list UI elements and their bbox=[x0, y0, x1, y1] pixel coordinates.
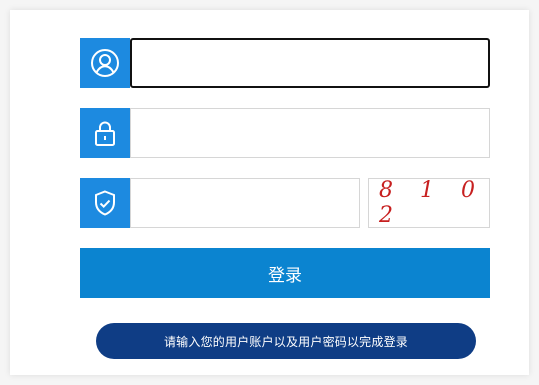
username-input[interactable] bbox=[132, 40, 488, 86]
login-button[interactable]: 登录 bbox=[80, 248, 490, 298]
login-tip: 请输入您的用户账户以及用户密码以完成登录 bbox=[96, 323, 476, 359]
username-field[interactable] bbox=[130, 38, 490, 88]
password-row bbox=[80, 108, 490, 158]
login-button-label: 登录 bbox=[268, 265, 302, 286]
verification-input[interactable] bbox=[131, 179, 359, 227]
shield-check-icon bbox=[80, 178, 130, 228]
captcha-text: 8 1 0 2 bbox=[379, 178, 485, 228]
lock-icon bbox=[80, 108, 130, 158]
verification-field[interactable] bbox=[130, 178, 360, 228]
verification-row: 8 1 0 2 bbox=[80, 178, 490, 228]
captcha-image[interactable]: 8 1 0 2 bbox=[368, 178, 490, 228]
password-input[interactable] bbox=[131, 109, 489, 157]
login-tip-text: 请输入您的用户账户以及用户密码以完成登录 bbox=[163, 334, 408, 349]
login-card: 8 1 0 2 登录 请输入您的用户账户以及用户密码以完成登录 bbox=[10, 10, 529, 375]
username-row bbox=[80, 38, 490, 88]
user-icon bbox=[80, 38, 130, 88]
password-field[interactable] bbox=[130, 108, 490, 158]
